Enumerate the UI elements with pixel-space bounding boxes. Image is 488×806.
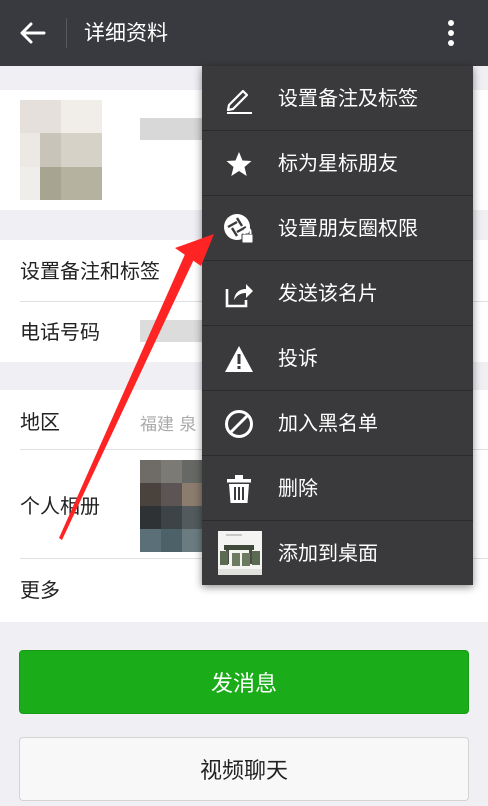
share-icon: [220, 275, 258, 313]
menu-item-delete[interactable]: 删除: [202, 456, 473, 521]
region-label: 地区: [20, 410, 60, 434]
menu-item-send-card[interactable]: 发送该名片: [202, 261, 473, 326]
menu-item-label: 加入黑名单: [278, 411, 378, 435]
video-chat-button[interactable]: 视频聊天: [19, 737, 469, 801]
menu-item-label: 发送该名片: [278, 281, 378, 305]
menu-item-label: 投诉: [278, 346, 318, 370]
region-value: 福建 泉: [140, 415, 197, 435]
menu-item-report[interactable]: 投诉: [202, 326, 473, 391]
menu-item-label: 添加到桌面: [278, 541, 378, 565]
moments-lock-icon: [220, 210, 258, 248]
back-arrow-icon[interactable]: [16, 16, 50, 50]
send-message-button[interactable]: 发消息: [19, 650, 469, 714]
menu-item-label: 设置备注及标签: [278, 86, 418, 110]
menu-item-blacklist[interactable]: 加入黑名单: [202, 391, 473, 456]
menu-item-label: 标为星标朋友: [278, 151, 398, 175]
trash-icon: [220, 470, 258, 508]
star-icon: [220, 145, 258, 183]
album-label[interactable]: 个人相册: [20, 492, 100, 520]
overflow-menu: 设置备注及标签 标为星标朋友 设置朋友圈权限 发送该名片 投诉 加入黑名单 删除…: [202, 66, 473, 585]
page-title: 详细资料: [84, 21, 168, 45]
menu-item-label: 删除: [278, 476, 318, 500]
warning-icon: [220, 340, 258, 378]
pencil-icon: [220, 80, 258, 118]
avatar[interactable]: [20, 100, 102, 200]
more-label[interactable]: 更多: [20, 576, 60, 604]
desktop-thumbnail-icon: [218, 531, 262, 575]
nickname-redacted: [140, 118, 202, 140]
block-icon: [220, 405, 258, 443]
header-divider: [66, 18, 67, 48]
menu-item-set-remark[interactable]: 设置备注及标签: [202, 66, 473, 131]
menu-item-add-to-desktop[interactable]: 添加到桌面: [202, 521, 473, 586]
more-options-icon[interactable]: [436, 14, 466, 52]
top-bar: 详细资料: [0, 0, 488, 66]
album-thumbnail[interactable]: [140, 460, 202, 552]
menu-item-star-friend[interactable]: 标为星标朋友: [202, 131, 473, 196]
phone-number-redacted: [140, 320, 202, 342]
menu-item-label: 设置朋友圈权限: [278, 216, 418, 240]
phone-label[interactable]: 电话号码: [20, 318, 100, 346]
remark-tag-label[interactable]: 设置备注和标签: [20, 257, 160, 285]
menu-item-moments-permission[interactable]: 设置朋友圈权限: [202, 196, 473, 261]
